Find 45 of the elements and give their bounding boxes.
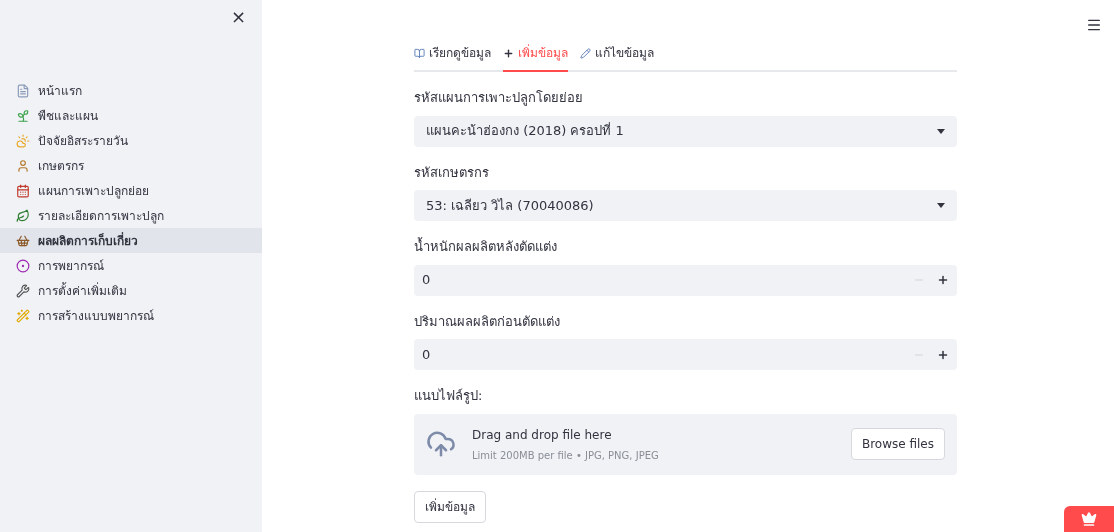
tab[interactable]: แก้ไขข้อมูล — [580, 44, 654, 72]
dropdown-caret-icon — [937, 203, 945, 208]
streamlit-badge[interactable] — [1064, 506, 1114, 532]
increment-icon[interactable] — [937, 348, 949, 361]
cloud-sun-icon — [16, 133, 30, 148]
pencil-icon — [580, 47, 591, 59]
sidebar-item[interactable]: ปัจจัยอิสระรายวัน — [0, 128, 262, 153]
sprout-icon — [16, 108, 30, 123]
field-label: น้ำหนักผลผลิตหลังตัดแต่ง — [414, 237, 558, 256]
close-button[interactable]: × — [226, 8, 250, 26]
select-field[interactable]: 53: เฉลียว วิไล (70040086) — [414, 190, 957, 221]
magic-wand-icon — [16, 308, 30, 323]
sidebar-item[interactable]: ผลผลิตการเก็บเกี่ยว — [0, 228, 262, 253]
field-label: รหัสแผนการเพาะปลูกโดยย่อย — [414, 89, 584, 108]
browse-files-button[interactable]: Browse files — [850, 428, 945, 460]
book-icon — [414, 47, 425, 59]
menu-icon[interactable] — [1086, 17, 1102, 33]
select-field[interactable]: แผนคะน้าฮ่องกง (2018) ครอปที่ 1 — [414, 115, 957, 147]
tab[interactable]: เรียกดูข้อมูล — [414, 44, 491, 72]
sidebar-item[interactable]: หน้าแรก — [0, 78, 262, 103]
sidebar-item[interactable]: พืชและแผน — [0, 103, 262, 128]
tools-icon — [16, 283, 30, 298]
sidebar-item[interactable]: แผนการเพาะปลูกย่อย — [0, 178, 262, 203]
sidebar-item[interactable]: เกษตรกร — [0, 153, 262, 178]
dropzone-hint: Limit 200MB per file • JPG, PNG, JPEG — [472, 448, 660, 463]
sidebar-item[interactable]: การสร้างแบบพยากรณ์ — [0, 303, 262, 328]
file-dropzone[interactable]: Drag and drop file here Limit 200MB per file • JPG, PNG, JPEG Browse files — [414, 413, 957, 475]
dropzone-title: Drag and drop file here — [472, 426, 613, 444]
field-label: รหัสเกษตรกร — [414, 163, 490, 182]
sidebar-item[interactable]: รายละเอียดการเพาะปลูก — [0, 203, 262, 228]
crown-icon — [1081, 511, 1097, 527]
sidebar-item[interactable]: การตั้งค่าเพิ่มเติม — [0, 278, 262, 303]
add-data-button[interactable]: เพิ่มข้อมูล — [414, 490, 486, 523]
calendar-icon — [16, 183, 30, 198]
number-field[interactable]: 0 — [414, 339, 957, 370]
basket-icon — [16, 233, 30, 248]
cloud-upload-icon — [426, 429, 456, 459]
dropdown-caret-icon — [937, 128, 945, 134]
plus-icon — [503, 47, 514, 59]
increment-icon[interactable] — [937, 274, 949, 286]
field-label: แนบไฟล์รูป: — [414, 387, 484, 406]
sidebar-item[interactable]: การพยากรณ์ — [0, 253, 262, 278]
field-label: ปริมาณผลผลิตก่อนตัดแต่ง — [414, 312, 561, 331]
document-icon — [16, 83, 30, 98]
number-field[interactable]: 0 — [414, 264, 957, 296]
